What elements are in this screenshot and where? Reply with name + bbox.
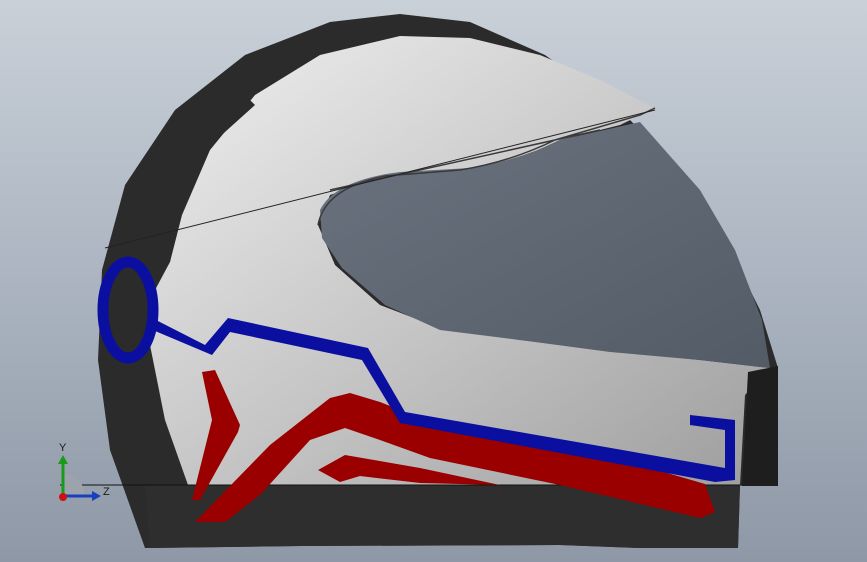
y-arrow-icon (58, 455, 68, 464)
origin-icon (59, 493, 67, 501)
z-arrow-icon (92, 491, 101, 501)
cad-viewport[interactable]: Y Z (0, 0, 867, 562)
y-axis-label: Y (59, 442, 67, 454)
triad-quarter-disc (63, 474, 85, 496)
axis-triad (58, 455, 101, 501)
z-axis-label: Z (103, 486, 110, 498)
